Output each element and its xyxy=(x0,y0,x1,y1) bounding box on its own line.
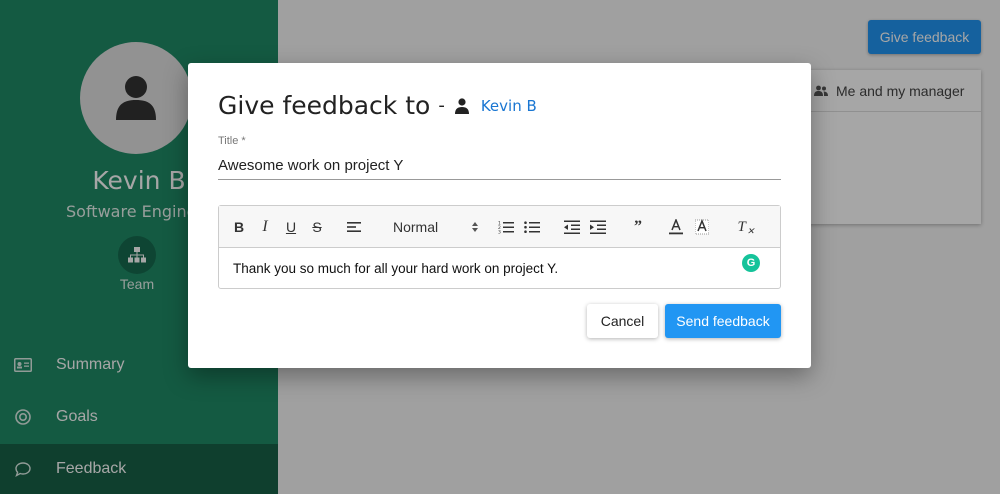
text-color-icon[interactable] xyxy=(667,217,685,237)
updown-arrows-icon xyxy=(472,222,478,232)
header-select[interactable]: Normal xyxy=(393,217,479,237)
grammarly-icon[interactable]: G xyxy=(742,254,760,272)
background-color-icon[interactable] xyxy=(693,217,711,237)
editor-toolbar: B I U S Normal 123 ” T ✕ xyxy=(219,206,780,248)
send-feedback-button[interactable]: Send feedback xyxy=(665,304,781,338)
dialog-title: Give feedback to - Kevin B xyxy=(218,91,537,120)
title-field-label: Title * xyxy=(218,135,246,147)
recipient-name[interactable]: Kevin B xyxy=(481,97,537,115)
outdent-icon[interactable] xyxy=(563,217,581,237)
clear-formatting-glyph: T xyxy=(737,218,746,235)
italic-button[interactable]: I xyxy=(257,217,273,237)
align-icon[interactable] xyxy=(345,217,363,237)
title-separator: - xyxy=(438,95,445,116)
bold-button[interactable]: B xyxy=(231,217,247,237)
indent-icon[interactable] xyxy=(589,217,607,237)
header-select-value: Normal xyxy=(393,219,439,235)
editor-body[interactable]: Thank you so much for all your hard work… xyxy=(219,248,780,288)
bullet-list-icon[interactable] xyxy=(523,217,541,237)
ordered-list-icon[interactable]: 123 xyxy=(497,217,515,237)
rich-text-editor: B I U S Normal 123 ” T ✕ Thank you so mu… xyxy=(218,205,781,289)
blockquote-button[interactable]: ” xyxy=(629,217,647,237)
clear-formatting-button[interactable]: T ✕ xyxy=(737,217,755,237)
cancel-button[interactable]: Cancel xyxy=(587,304,658,338)
svg-text:3: 3 xyxy=(498,230,501,235)
underline-button[interactable]: U xyxy=(283,217,299,237)
strikethrough-button[interactable]: S xyxy=(309,217,325,237)
title-input[interactable] xyxy=(218,152,781,180)
clear-x-icon: ✕ xyxy=(746,225,755,236)
give-feedback-dialog: Give feedback to - Kevin B Title * B I U… xyxy=(188,63,811,368)
person-icon xyxy=(454,97,469,114)
feedback-body-text: Thank you so much for all your hard work… xyxy=(233,261,559,276)
dialog-title-text: Give feedback to xyxy=(218,91,431,120)
